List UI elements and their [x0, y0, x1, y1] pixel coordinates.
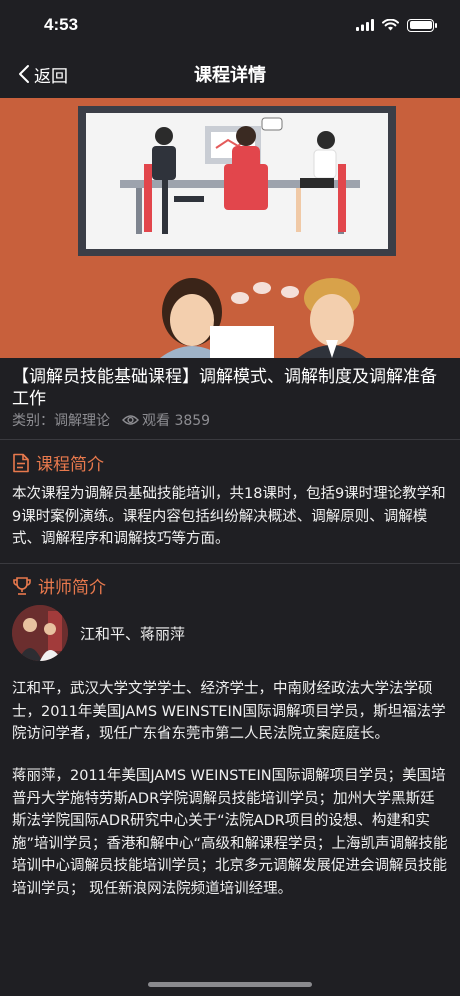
battery-icon [407, 18, 437, 32]
course-intro-header: 课程简介 [12, 450, 104, 475]
chevron-left-icon [19, 65, 29, 83]
avatar [12, 605, 68, 661]
teacher-bio-2: 蒋丽萍，2011年美国JAMS WEINSTEIN国际调解项目学员；美国培普丹大… [12, 768, 448, 897]
teacher-intro-header: 讲师简介 [12, 573, 106, 598]
page-title: 课程详情 [194, 65, 266, 86]
course-meta: 类别：调解理论 观看 3859 [12, 410, 448, 430]
trophy-icon [13, 576, 31, 595]
back-button[interactable]: 返回 [18, 50, 68, 98]
eye-icon [122, 414, 139, 426]
course-cover-image [0, 98, 460, 358]
nav-bar: 返回 课程详情 [0, 50, 460, 98]
meeting-illustration [0, 98, 460, 358]
divider [0, 439, 460, 440]
course-title: 【调解员技能基础课程】调解模式、调解制度及调解准备工作 [12, 367, 437, 409]
course-category: 类别：调解理论 [12, 413, 110, 429]
divider [0, 563, 460, 564]
teacher-intro-heading: 讲师简介 [38, 578, 106, 598]
teacher-row: 江和平、蒋丽萍 [12, 605, 185, 661]
course-intro-heading: 课程简介 [36, 455, 104, 475]
view-count: 观看 3859 [142, 413, 211, 429]
back-label: 返回 [34, 66, 68, 87]
teacher-names: 江和平、蒋丽萍 [80, 624, 186, 643]
wifi-icon [382, 19, 399, 31]
document-icon [13, 453, 29, 472]
status-time: 4:53 [44, 15, 79, 34]
teacher-bio-1: 江和平，武汉大学文学学士、经济学士，中南财经政法大学法学硕士，2011年美国JA… [12, 681, 446, 742]
status-bar: 4:53 [0, 0, 460, 50]
signal-icon [356, 19, 374, 31]
home-indicator[interactable] [148, 982, 312, 987]
status-icons [356, 18, 437, 32]
course-intro-text: 本次课程为调解员基础技能培训，共18课时，包括9课时理论教学和9课时案例演练。课… [12, 486, 446, 547]
